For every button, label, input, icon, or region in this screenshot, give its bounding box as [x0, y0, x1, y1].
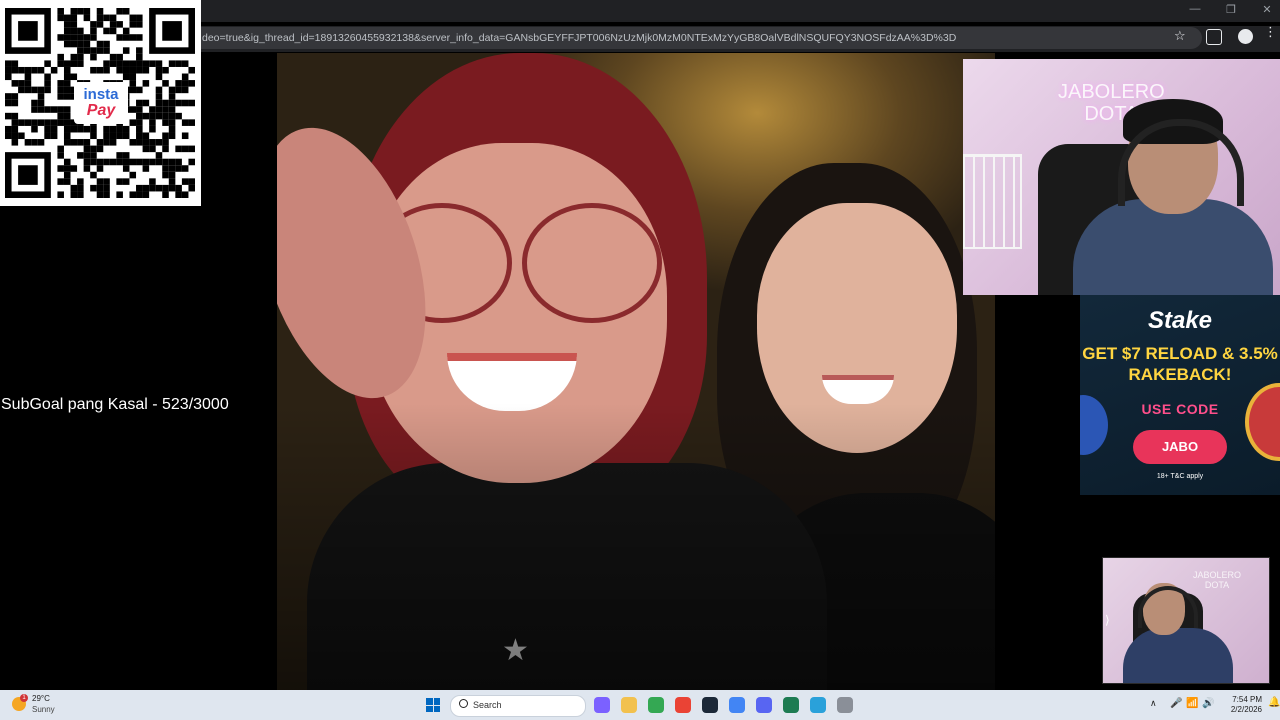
restore-button[interactable]: ❐ — [1224, 3, 1238, 16]
clock-time: 7:54 PM — [1232, 695, 1262, 704]
qr-finder-pattern — [18, 165, 38, 185]
clock-date: 2/2/2026 — [1230, 705, 1262, 714]
main-video-feed: ★ — [277, 53, 995, 690]
terminal-icon[interactable] — [783, 697, 799, 713]
ad-headline: GET $7 RELOAD & 3.5% RAKEBACK! — [1082, 344, 1278, 384]
close-button[interactable]: ✕ — [1260, 3, 1274, 16]
wifi-icon[interactable]: 📶 — [1186, 698, 1198, 709]
video-shade — [277, 53, 995, 690]
window-controls: — ❐ ✕ — [1188, 3, 1274, 16]
instapay-qr-code: insta Pay — [0, 0, 201, 206]
search-placeholder: Search — [473, 700, 502, 710]
app-icon[interactable] — [837, 697, 853, 713]
steam-icon[interactable] — [702, 697, 718, 713]
ad-terms: 18+ T&C apply — [1156, 473, 1204, 480]
weather-condition[interactable]: Sunny — [32, 705, 55, 714]
extensions-icon[interactable] — [1206, 29, 1222, 45]
instapay-logo: insta Pay — [74, 82, 128, 124]
qr-finder-pattern — [162, 21, 182, 41]
bookmark-star-icon[interactable]: ☆ — [1174, 28, 1186, 44]
ad-wheel-graphic — [1245, 383, 1280, 461]
telegram-icon[interactable] — [810, 697, 826, 713]
discord-icon[interactable] — [756, 697, 772, 713]
weather-temperature[interactable]: 29°C — [32, 694, 50, 703]
balcony-railing — [963, 154, 1022, 249]
notification-bell-icon[interactable]: 🔔 — [1268, 697, 1280, 708]
system-clock[interactable]: 7:54 PM 2/2/2026 — [1222, 695, 1262, 715]
profile-avatar[interactable] — [1238, 29, 1253, 44]
qr-finder-pattern — [18, 21, 38, 41]
neon-sign-small: JABOLERO DOTA — [1193, 570, 1242, 590]
windows-start-icon[interactable] — [426, 698, 440, 712]
chrome-icon[interactable] — [729, 697, 745, 713]
chrome-icon[interactable] — [675, 697, 691, 713]
file-explorer-icon[interactable] — [621, 697, 637, 713]
url-field[interactable]: deo=true&ig_thread_id=18913260455932138&… — [196, 27, 1202, 49]
chrome-icon[interactable] — [648, 697, 664, 713]
streamer-webcam-top: JABOLERO DOTA — [963, 59, 1280, 295]
expand-chevron-icon[interactable]: ⟩ — [1105, 613, 1110, 627]
instapay-logo-line1: insta — [83, 86, 119, 103]
speaker-icon[interactable]: 🔊 — [1202, 698, 1214, 709]
stake-ad-banner[interactable]: Stake GET $7 RELOAD & 3.5% RAKEBACK! USE… — [1080, 295, 1280, 495]
copilot-icon[interactable] — [594, 697, 610, 713]
address-bar: deo=true&ig_thread_id=18913260455932138&… — [196, 25, 1280, 52]
windows-taskbar: 1 29°C Sunny Search ∧ 🎤 📶 🔊 7:54 PM 2/2/… — [0, 690, 1280, 720]
search-icon — [459, 699, 468, 708]
tray-chevron-icon[interactable]: ∧ — [1150, 698, 1157, 709]
browser-menu-icon[interactable]: ⋮ — [1264, 25, 1277, 38]
streamer-shirt-small — [1123, 628, 1233, 683]
taskbar-search-box[interactable]: Search — [450, 695, 586, 717]
subgoal-text: SubGoal pang Kasal - 523/3000 — [1, 396, 229, 413]
stake-logo: Stake — [1147, 307, 1213, 334]
ad-use-code-label: USE CODE — [1141, 401, 1219, 417]
instapay-logo-line2: Pay — [86, 102, 116, 119]
weather-badge: 1 — [20, 694, 28, 702]
streamer-webcam-bottom: JABOLERO DOTA ⟩ — [1102, 557, 1270, 684]
microphone-icon[interactable]: 🎤 — [1170, 698, 1182, 709]
minimize-button[interactable]: — — [1188, 3, 1202, 16]
ad-code-button[interactable]: JABO — [1133, 430, 1227, 464]
